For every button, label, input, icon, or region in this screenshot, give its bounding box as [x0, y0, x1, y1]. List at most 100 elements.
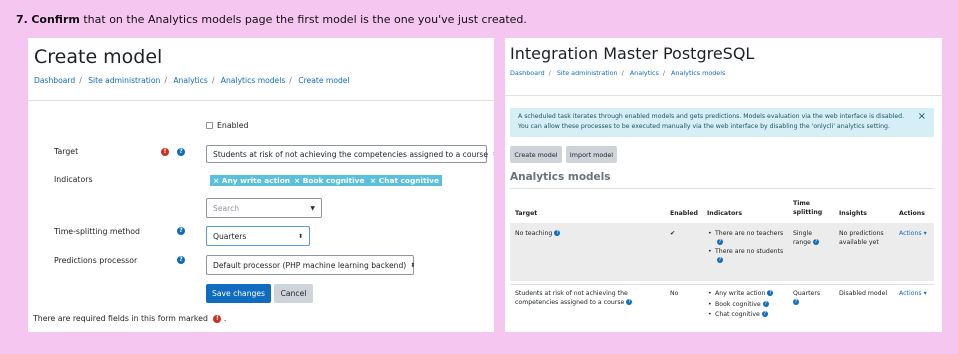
breadcrumb-analytics[interactable]: Analytics — [173, 76, 207, 85]
breadcrumb: Dashboard / Site administration / Analytic… — [510, 69, 726, 77]
create-model-panel: Create model Dashboard / Site administrat… — [28, 38, 494, 332]
instruction-step: 7. — [16, 13, 28, 26]
time-splitting-line2: range — [793, 239, 811, 246]
list-item: Book cognitive? — [707, 300, 773, 311]
caret-down-icon: ▼ — [310, 204, 315, 212]
row1-indicators-list: There are no teachers? There are no stud… — [707, 229, 783, 265]
row2-time-splitting: Quarters ? — [793, 289, 820, 307]
close-icon[interactable]: × — [918, 112, 926, 122]
breadcrumb-site-administration[interactable]: Site administration — [557, 69, 618, 77]
column-header-indicators: Indicators — [707, 210, 743, 217]
column-header-enabled: Enabled — [670, 210, 698, 217]
column-header-time-splitting: Time splitting — [793, 199, 822, 217]
create-model-button[interactable]: Create model — [510, 146, 562, 163]
breadcrumb-site-administration[interactable]: Site administration — [88, 76, 160, 85]
breadcrumb-dashboard[interactable]: Dashboard — [34, 76, 75, 85]
list-item: Chat cognitive? — [707, 310, 773, 321]
help-icon[interactable]: ? — [717, 257, 723, 263]
required-note-end: . — [223, 314, 227, 323]
indicator-name: There are no students — [715, 248, 784, 255]
help-icon[interactable]: ? — [177, 227, 185, 235]
row2-target: Students at risk of not achieving the co… — [515, 289, 633, 307]
required-icon: ! — [213, 315, 222, 323]
help-icon[interactable]: ? — [761, 311, 768, 317]
site-title: Integration Master PostgreSQL — [510, 44, 755, 63]
list-item: There are no teachers? — [707, 229, 783, 247]
instruction-text: 7. Confirm that on the Analytics models … — [16, 13, 527, 26]
select-arrows-icon: ⬍ — [297, 232, 303, 240]
breadcrumb-analytics-models[interactable]: Analytics models — [221, 76, 286, 85]
enabled-checkbox[interactable] — [206, 122, 213, 129]
row2-actions-menu[interactable]: Actions ▾ — [899, 289, 927, 298]
select-arrows-icon: ⬍ — [488, 151, 494, 158]
indicator-name: Chat cognitive — [715, 311, 760, 318]
import-model-button[interactable]: Import model — [566, 146, 617, 163]
analytics-models-panel: Integration Master PostgreSQL Dashboard /… — [505, 38, 942, 332]
help-icon[interactable]: ? — [177, 256, 185, 264]
row1-insights: No predictions available yet — [839, 229, 884, 247]
help-icon[interactable]: ? — [762, 300, 769, 307]
target-label: Target — [54, 147, 79, 156]
help-icon[interactable]: ? — [626, 299, 633, 305]
time-splitting-line1: Single — [793, 230, 813, 237]
instruction-bold: Confirm — [31, 13, 80, 26]
row2-enabled: No — [670, 290, 679, 297]
instruction-body: that on the Analytics models page the fi… — [83, 13, 527, 26]
row1-target-text: No teaching — [515, 230, 553, 237]
required-fields-note: There are required fields in this form m… — [33, 314, 226, 323]
row2-target-line1: Students at risk of not achieving the — [515, 290, 628, 297]
help-icon[interactable]: ? — [177, 148, 185, 156]
help-icon[interactable]: ? — [554, 230, 561, 236]
insights-line1: No predictions — [839, 230, 884, 237]
column-header-target: Target — [515, 210, 538, 217]
row1-target: No teaching? — [515, 229, 561, 238]
time-splitting-line1: Quarters — [793, 290, 821, 297]
enabled-label: Enabled — [217, 121, 249, 130]
save-changes-button[interactable]: Save changes — [206, 284, 271, 303]
breadcrumb-analytics-models[interactable]: Analytics models — [671, 69, 725, 77]
indicators-label: Indicators — [54, 175, 93, 184]
insights-line2: available yet — [839, 239, 879, 246]
section-divider — [510, 188, 934, 189]
help-icon[interactable]: ? — [793, 299, 799, 305]
required-note-text: There are required fields in this form m… — [33, 314, 208, 323]
breadcrumb: Dashboard / Site administration / Analytic… — [34, 76, 350, 85]
target-select[interactable]: Students at risk of not achieving the co… — [206, 145, 494, 163]
row2-target-line2: competencies assigned to a course — [515, 299, 625, 306]
row1-enabled-check-icon: ✔ — [670, 230, 676, 237]
breadcrumb-create-model[interactable]: Create model — [298, 76, 349, 85]
indicators-search-input[interactable]: Search ▼ — [206, 198, 322, 218]
required-icon: ! — [161, 148, 169, 156]
row1-actions-menu[interactable]: Actions ▾ — [899, 229, 927, 238]
alert-text: A scheduled task iterates through enable… — [518, 113, 905, 130]
breadcrumb-analytics[interactable]: Analytics — [630, 69, 659, 77]
help-icon[interactable]: ? — [813, 239, 819, 245]
column-header-splitting: splitting — [793, 209, 823, 216]
row-divider — [510, 284, 934, 285]
time-splitting-select[interactable]: Quarters ⬍ — [206, 226, 310, 246]
indicator-tag-chat-cognitive[interactable]: × Chat cognitive — [367, 175, 442, 186]
list-item: Any write action? — [707, 289, 774, 300]
predictions-processor-value: Default processor (PHP machine learning … — [213, 260, 407, 270]
time-splitting-value: Quarters — [213, 231, 247, 241]
header-divider — [505, 95, 942, 96]
column-header-insights: Insights — [839, 210, 867, 217]
help-icon[interactable]: ? — [717, 239, 723, 245]
indicator-name: Book cognitive — [715, 300, 761, 308]
page-title: Create model — [34, 46, 163, 68]
help-icon[interactable]: ? — [767, 290, 774, 296]
row2-insights: Disabled model — [839, 290, 888, 297]
list-item: There are no students? — [707, 247, 783, 265]
search-placeholder: Search — [213, 203, 240, 213]
indicator-tag-any-write-action[interactable]: × Any write action — [210, 175, 294, 186]
section-title: Analytics models — [510, 171, 611, 183]
indicator-tag-book-cognitive[interactable]: × Book cognitive — [291, 175, 368, 186]
breadcrumb-dashboard[interactable]: Dashboard — [510, 69, 545, 77]
predictions-processor-select[interactable]: Default processor (PHP machine learning … — [206, 255, 416, 275]
column-header-time: Time — [793, 200, 810, 207]
cancel-button[interactable]: Cancel — [274, 284, 313, 303]
select-arrows-icon: ⬍ — [410, 261, 416, 269]
header-divider — [28, 100, 494, 101]
indicator-name: Any write action — [715, 290, 766, 297]
column-header-actions: Actions — [899, 210, 925, 217]
